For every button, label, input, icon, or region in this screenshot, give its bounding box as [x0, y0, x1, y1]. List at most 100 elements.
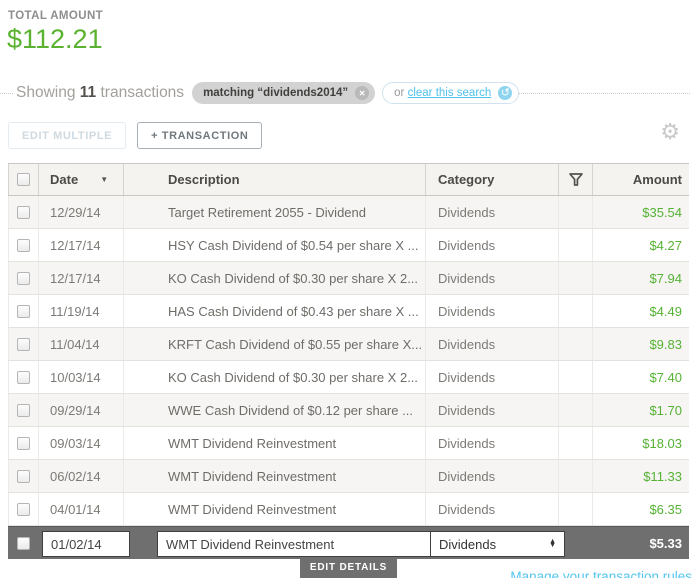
toolbar: EDIT MULTIPLE + TRANSACTION	[8, 122, 262, 149]
edit-description-input[interactable]	[157, 531, 431, 557]
row-date: 06/02/14	[38, 460, 123, 492]
row-date: 09/29/14	[38, 394, 123, 426]
row-filter-spacer	[558, 196, 592, 228]
row-date: 10/03/14	[38, 361, 123, 393]
row-category: Dividends	[425, 295, 558, 327]
settings-gear-icon[interactable]: ⚙	[660, 121, 680, 143]
total-amount-value: $112.21	[7, 24, 103, 55]
row-filter-spacer	[558, 361, 592, 393]
row-description: KRFT Cash Dividend of $0.55 per share X.…	[123, 328, 425, 360]
row-description: HSY Cash Dividend of $0.54 per share X .…	[123, 229, 425, 261]
row-category: Dividends	[425, 262, 558, 294]
edit-multiple-button[interactable]: EDIT MULTIPLE	[8, 122, 126, 149]
showing-prefix: Showing	[16, 84, 75, 101]
row-description: KO Cash Dividend of $0.30 per share X 2.…	[123, 262, 425, 294]
table-row[interactable]: 11/19/14 HAS Cash Dividend of $0.43 per …	[8, 295, 689, 328]
showing-text: Showing 11 transactions	[16, 84, 184, 102]
row-date: 12/29/14	[38, 196, 123, 228]
table-row[interactable]: 12/29/14 Target Retirement 2055 - Divide…	[8, 196, 689, 229]
table-header-row: Date ▼ Description Category Amount	[8, 163, 689, 196]
clear-search-pill[interactable]: or clear this search ↺	[382, 82, 519, 104]
or-text: or	[394, 87, 404, 99]
edit-category-select[interactable]: Dividends ▲▼	[430, 531, 565, 557]
row-checkbox[interactable]	[17, 206, 30, 219]
row-description: WWE Cash Dividend of $0.12 per share ...	[123, 394, 425, 426]
description-column-header[interactable]: Description	[123, 164, 425, 195]
select-all-checkbox[interactable]	[17, 173, 30, 186]
row-amount: $6.35	[592, 493, 689, 525]
clear-search-link[interactable]: clear this search	[408, 87, 492, 99]
table-row[interactable]: 09/29/14 WWE Cash Dividend of $0.12 per …	[8, 394, 689, 427]
total-amount-label: TOTAL AMOUNT	[8, 10, 103, 22]
edit-row-checkbox[interactable]	[17, 537, 30, 550]
date-header-label: Date	[50, 172, 78, 187]
row-description: Target Retirement 2055 - Dividend	[123, 196, 425, 228]
table-row[interactable]: 06/02/14 WMT Dividend Reinvestment Divid…	[8, 460, 689, 493]
row-checkbox[interactable]	[17, 437, 30, 450]
add-transaction-button[interactable]: + TRANSACTION	[137, 122, 262, 149]
row-filter-spacer	[558, 394, 592, 426]
row-amount: $11.33	[592, 460, 689, 492]
row-checkbox[interactable]	[17, 470, 30, 483]
row-amount: $35.54	[592, 196, 689, 228]
row-checkbox[interactable]	[17, 371, 30, 384]
row-filter-spacer	[558, 427, 592, 459]
category-column-header[interactable]: Category	[425, 164, 558, 195]
transactions-page: TOTAL AMOUNT $112.21 Showing 11 transact…	[0, 0, 696, 578]
divider-dotted	[519, 93, 690, 94]
edit-details-button[interactable]: EDIT DETAILS	[300, 558, 397, 578]
row-category: Dividends	[425, 394, 558, 426]
row-date: 11/04/14	[38, 328, 123, 360]
row-category: Dividends	[425, 196, 558, 228]
edit-transaction-row: Dividends ▲▼ $5.33	[8, 526, 689, 559]
row-description: KO Cash Dividend of $0.30 per share X 2.…	[123, 361, 425, 393]
row-category: Dividends	[425, 427, 558, 459]
row-description: HAS Cash Dividend of $0.43 per share X .…	[123, 295, 425, 327]
date-column-header[interactable]: Date ▼	[38, 164, 123, 195]
row-filter-spacer	[558, 229, 592, 261]
row-filter-spacer	[558, 460, 592, 492]
row-category: Dividends	[425, 361, 558, 393]
row-checkbox[interactable]	[17, 239, 30, 252]
row-amount: $7.94	[592, 262, 689, 294]
divider-dotted	[0, 93, 13, 94]
row-date: 12/17/14	[38, 229, 123, 261]
row-category: Dividends	[425, 493, 558, 525]
row-checkbox[interactable]	[17, 503, 30, 516]
row-checkbox[interactable]	[17, 272, 30, 285]
amount-column-header[interactable]: Amount	[592, 164, 689, 195]
manage-rules-link[interactable]: Manage your transaction rules	[510, 569, 692, 578]
row-amount: $4.27	[592, 229, 689, 261]
transaction-count: 11	[80, 84, 96, 101]
sort-desc-icon[interactable]: ▼	[100, 175, 108, 184]
transactions-table: Date ▼ Description Category Amount 12/29…	[8, 163, 689, 559]
row-amount: $4.49	[592, 295, 689, 327]
table-row[interactable]: 04/01/14 WMT Dividend Reinvestment Divid…	[8, 493, 689, 526]
search-filter-badge[interactable]: matching “dividends2014” ✕	[192, 82, 375, 104]
table-row[interactable]: 10/03/14 KO Cash Dividend of $0.30 per s…	[8, 361, 689, 394]
row-description: WMT Dividend Reinvestment	[123, 427, 425, 459]
showing-suffix: transactions	[100, 84, 184, 101]
row-category: Dividends	[425, 229, 558, 261]
category-filter-icon[interactable]	[558, 164, 592, 195]
row-amount: $9.83	[592, 328, 689, 360]
table-row[interactable]: 12/17/14 HSY Cash Dividend of $0.54 per …	[8, 229, 689, 262]
row-amount: $1.70	[592, 394, 689, 426]
row-date: 04/01/14	[38, 493, 123, 525]
stepper-icon: ▲▼	[549, 540, 556, 549]
row-checkbox[interactable]	[17, 338, 30, 351]
table-row[interactable]: 09/03/14 WMT Dividend Reinvestment Divid…	[8, 427, 689, 460]
row-checkbox[interactable]	[17, 305, 30, 318]
filter-badge-label: matching “dividends2014”	[203, 87, 348, 99]
row-category: Dividends	[425, 328, 558, 360]
row-filter-spacer	[558, 493, 592, 525]
close-icon[interactable]: ✕	[355, 86, 369, 100]
table-row[interactable]: 11/04/14 KRFT Cash Dividend of $0.55 per…	[8, 328, 689, 361]
row-checkbox[interactable]	[17, 404, 30, 417]
row-date: 09/03/14	[38, 427, 123, 459]
edit-row-amount: $5.33	[649, 527, 682, 560]
transaction-list: 12/29/14 Target Retirement 2055 - Divide…	[8, 196, 689, 526]
row-description: WMT Dividend Reinvestment	[123, 493, 425, 525]
table-row[interactable]: 12/17/14 KO Cash Dividend of $0.30 per s…	[8, 262, 689, 295]
edit-date-input[interactable]	[42, 531, 130, 557]
